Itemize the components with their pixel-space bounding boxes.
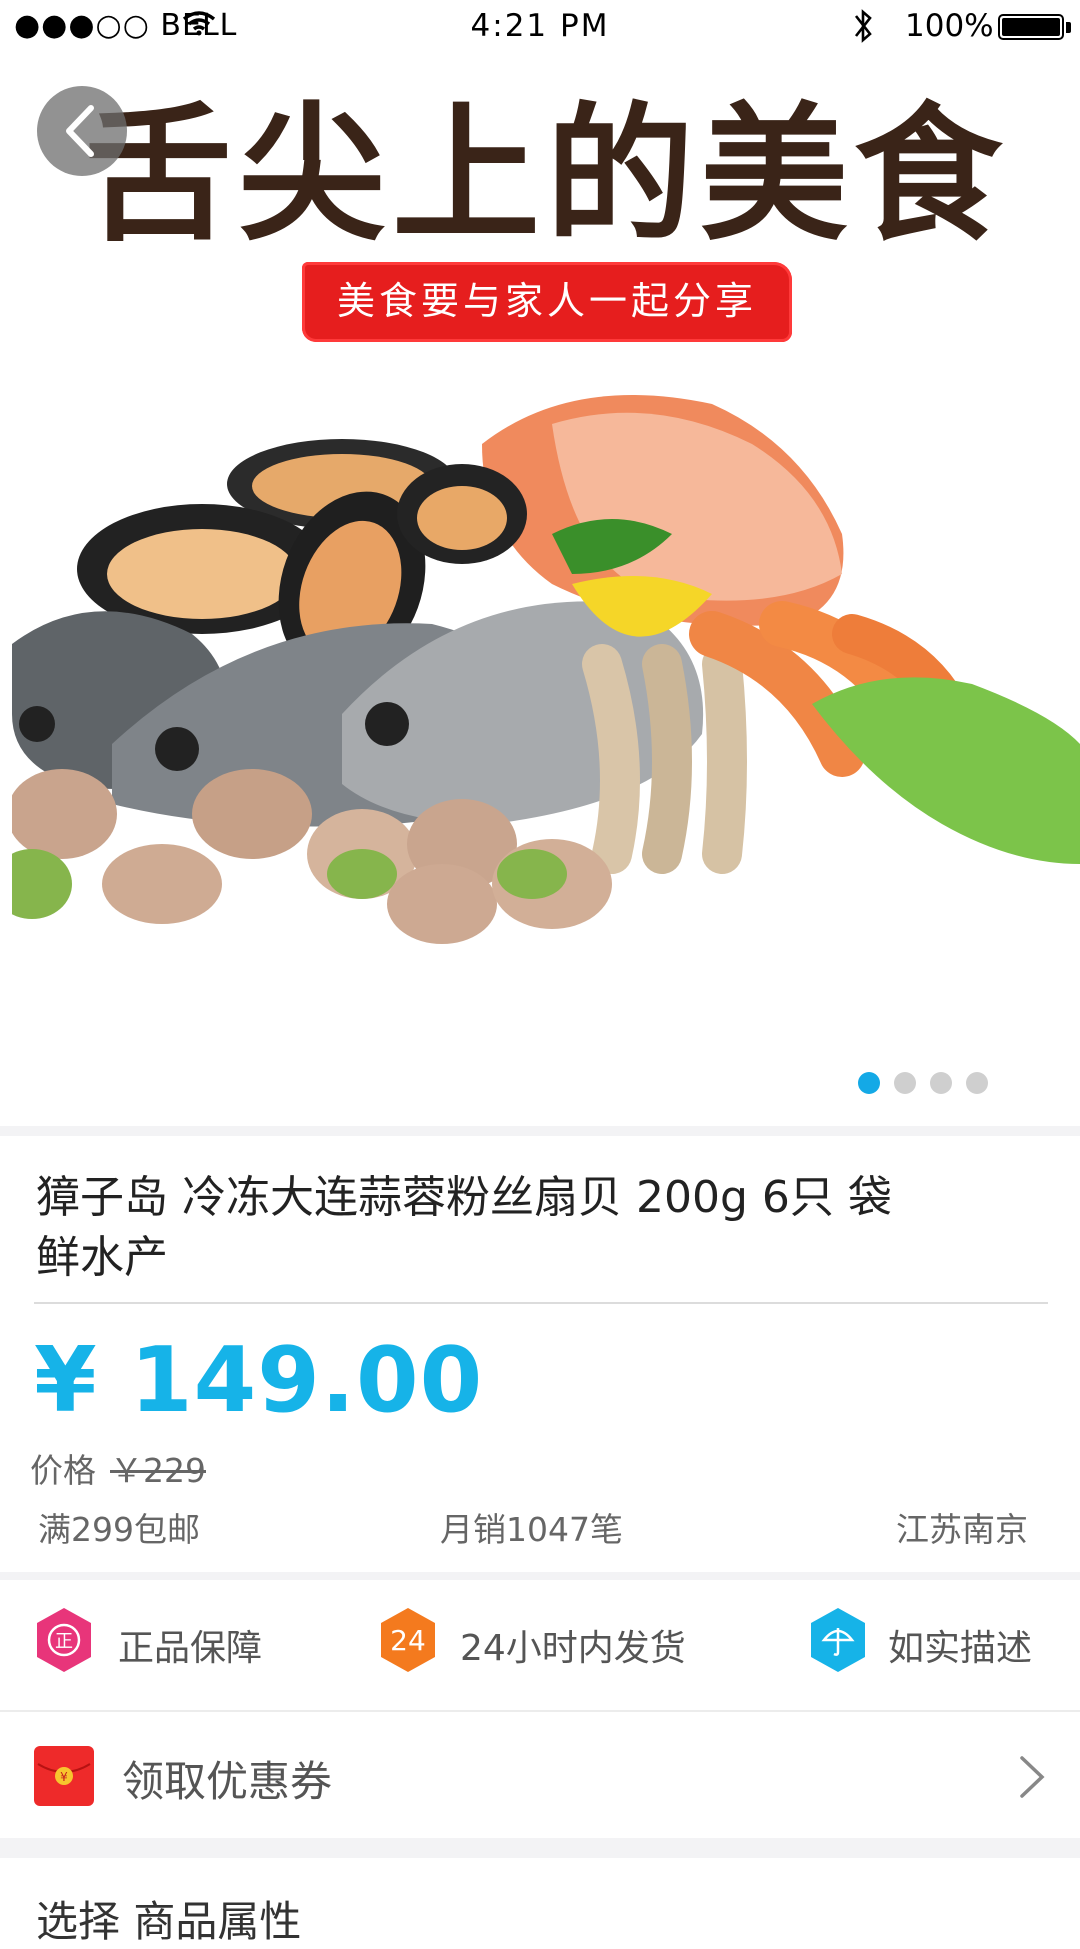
get-coupon-label: 领取优惠券 — [122, 1757, 333, 1806]
back-button[interactable] — [37, 86, 127, 176]
chevron-left-icon — [66, 105, 94, 157]
product-title: 獐子岛 冷冻大连蒜蓉粉丝扇贝 200g 6只 袋 鲜水产 — [36, 1168, 996, 1288]
original-price-label: 价格 — [30, 1451, 96, 1490]
shipping-info: 满299包邮 — [38, 1510, 200, 1549]
divider — [0, 1838, 1080, 1858]
carousel-dot-4[interactable] — [966, 1072, 988, 1094]
product-title-line1: 獐子岛 冷冻大连蒜蓉粉丝扇贝 200g 6只 袋 — [36, 1172, 892, 1223]
guarantee-24h: 24 — [378, 1606, 438, 1678]
guarantee-authentic: 正 — [34, 1606, 94, 1678]
svg-text:正: 正 — [55, 1631, 73, 1652]
battery-icon — [998, 14, 1064, 40]
battery-tip — [1066, 22, 1071, 33]
battery-percent: 100% — [905, 8, 994, 44]
carousel-dot-2[interactable] — [894, 1072, 916, 1094]
guarantee-24h-label: 24小时内发货 — [460, 1628, 686, 1669]
carousel-dot-1[interactable] — [858, 1072, 880, 1094]
divider — [0, 1126, 1080, 1136]
red-envelope-icon: ¥ — [34, 1746, 94, 1806]
guarantee-authentic-label: 正品保障 — [118, 1628, 263, 1669]
monthly-sales: 月销1047笔 — [440, 1510, 623, 1549]
divider — [34, 1302, 1048, 1304]
shield-icon: 正 — [37, 1608, 91, 1672]
svg-text:24: 24 — [390, 1624, 426, 1657]
seafood-illustration — [12, 395, 1080, 944]
select-attributes-label[interactable]: 选择 商品属性 — [36, 1888, 301, 1949]
divider — [0, 1572, 1080, 1580]
banner-ribbon-text: 美食要与家人一起分享 — [336, 279, 757, 323]
24h-icon: 24 — [381, 1608, 435, 1672]
status-bar: ●●●○○ BELL 4:21 PM 100% — [0, 0, 1080, 54]
umbrella-icon — [811, 1608, 865, 1672]
banner-headline: 舌尖上的美食 — [84, 87, 1008, 261]
guarantee-accurate-label: 如实描述 — [888, 1628, 1033, 1669]
product-title-line2: 鲜水产 — [36, 1232, 168, 1283]
bluetooth-icon — [854, 9, 872, 43]
original-price: ￥229 — [110, 1451, 206, 1490]
carousel-dot-3[interactable] — [930, 1072, 952, 1094]
chevron-right-icon — [1020, 1756, 1045, 1798]
ship-location: 江苏南京 — [896, 1510, 1028, 1549]
guarantee-accurate — [808, 1606, 868, 1678]
svg-text:¥: ¥ — [60, 1770, 68, 1784]
product-price: ¥ 149.00 — [34, 1328, 484, 1433]
product-image-carousel[interactable]: 舌尖上的美食 美食要与家人一起分享 — [12, 54, 1080, 1126]
